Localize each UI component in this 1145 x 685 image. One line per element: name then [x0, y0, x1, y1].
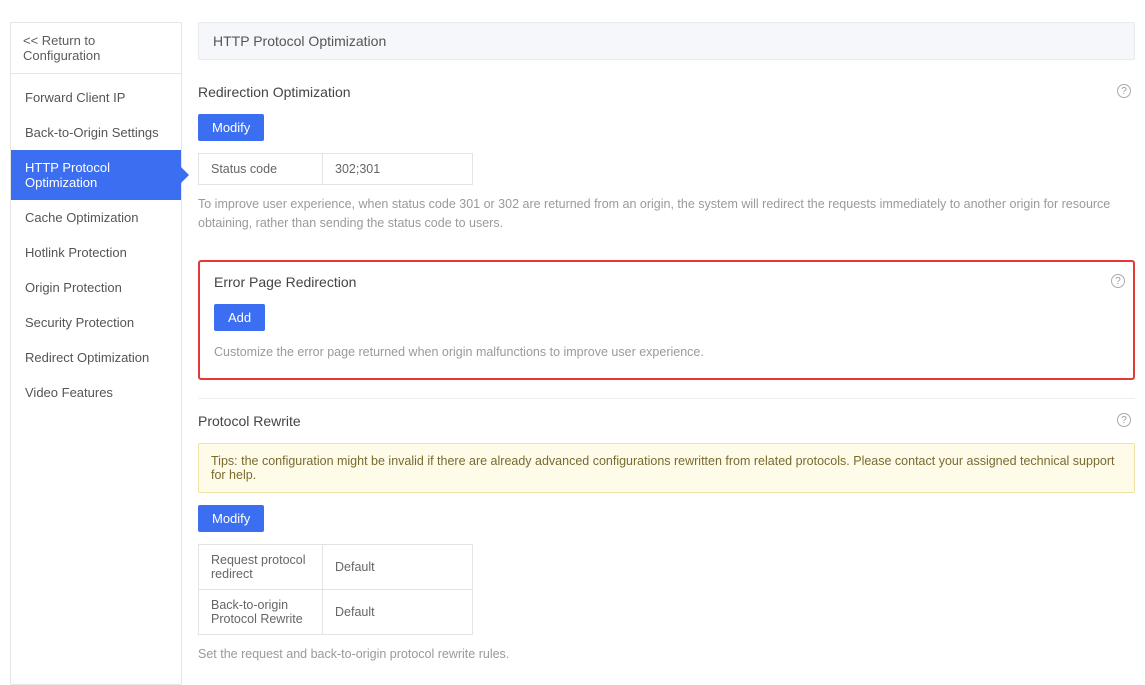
- sidebar-item-origin-protection[interactable]: Origin Protection: [11, 270, 181, 305]
- status-code-table: Status code 302;301: [198, 153, 473, 185]
- modify-button[interactable]: Modify: [198, 114, 264, 141]
- protocol-rewrite-description: Set the request and back-to-origin proto…: [198, 645, 1135, 664]
- sidebar-item-hotlink-protection[interactable]: Hotlink Protection: [11, 235, 181, 270]
- section-protocol-rewrite: Protocol Rewrite ? Tips: the configurati…: [198, 398, 1135, 684]
- request-protocol-redirect-key: Request protocol redirect: [199, 545, 323, 590]
- table-row: Request protocol redirect Default: [199, 545, 473, 590]
- sidebar-menu: Forward Client IP Back-to-Origin Setting…: [11, 74, 181, 416]
- status-code-value: 302;301: [323, 154, 473, 185]
- back-to-origin-protocol-rewrite-key: Back-to-origin Protocol Rewrite: [199, 590, 323, 635]
- page-title: HTTP Protocol Optimization: [198, 22, 1135, 60]
- section-title-redirection: Redirection Optimization: [198, 84, 1135, 100]
- tips-banner: Tips: the configuration might be invalid…: [198, 443, 1135, 493]
- section-title-error-page: Error Page Redirection: [214, 274, 1119, 290]
- sidebar-item-video-features[interactable]: Video Features: [11, 375, 181, 410]
- request-protocol-redirect-value: Default: [323, 545, 473, 590]
- sidebar-item-security-protection[interactable]: Security Protection: [11, 305, 181, 340]
- sidebar-item-back-to-origin-settings[interactable]: Back-to-Origin Settings: [11, 115, 181, 150]
- redirection-description: To improve user experience, when status …: [198, 195, 1135, 234]
- return-to-configuration[interactable]: << Return to Configuration: [11, 23, 181, 74]
- sidebar-item-http-protocol-optimization[interactable]: HTTP Protocol Optimization: [11, 150, 181, 200]
- protocol-rewrite-table: Request protocol redirect Default Back-t…: [198, 544, 473, 635]
- main-content: HTTP Protocol Optimization Redirection O…: [198, 22, 1135, 685]
- help-icon[interactable]: ?: [1117, 84, 1131, 98]
- section-redirection-optimization: Redirection Optimization ? Modify Status…: [198, 70, 1135, 254]
- sidebar-item-redirect-optimization[interactable]: Redirect Optimization: [11, 340, 181, 375]
- sidebar-item-cache-optimization[interactable]: Cache Optimization: [11, 200, 181, 235]
- sidebar: << Return to Configuration Forward Clien…: [10, 22, 182, 685]
- add-button[interactable]: Add: [214, 304, 265, 331]
- sidebar-item-forward-client-ip[interactable]: Forward Client IP: [11, 80, 181, 115]
- error-page-description: Customize the error page returned when o…: [214, 343, 1119, 362]
- help-icon[interactable]: ?: [1111, 274, 1125, 288]
- table-row: Back-to-origin Protocol Rewrite Default: [199, 590, 473, 635]
- back-to-origin-protocol-rewrite-value: Default: [323, 590, 473, 635]
- status-code-key: Status code: [199, 154, 323, 185]
- modify-button[interactable]: Modify: [198, 505, 264, 532]
- section-title-protocol-rewrite: Protocol Rewrite: [198, 413, 1135, 429]
- section-error-page-redirection: Error Page Redirection ? Add Customize t…: [198, 260, 1135, 380]
- table-row: Status code 302;301: [199, 154, 473, 185]
